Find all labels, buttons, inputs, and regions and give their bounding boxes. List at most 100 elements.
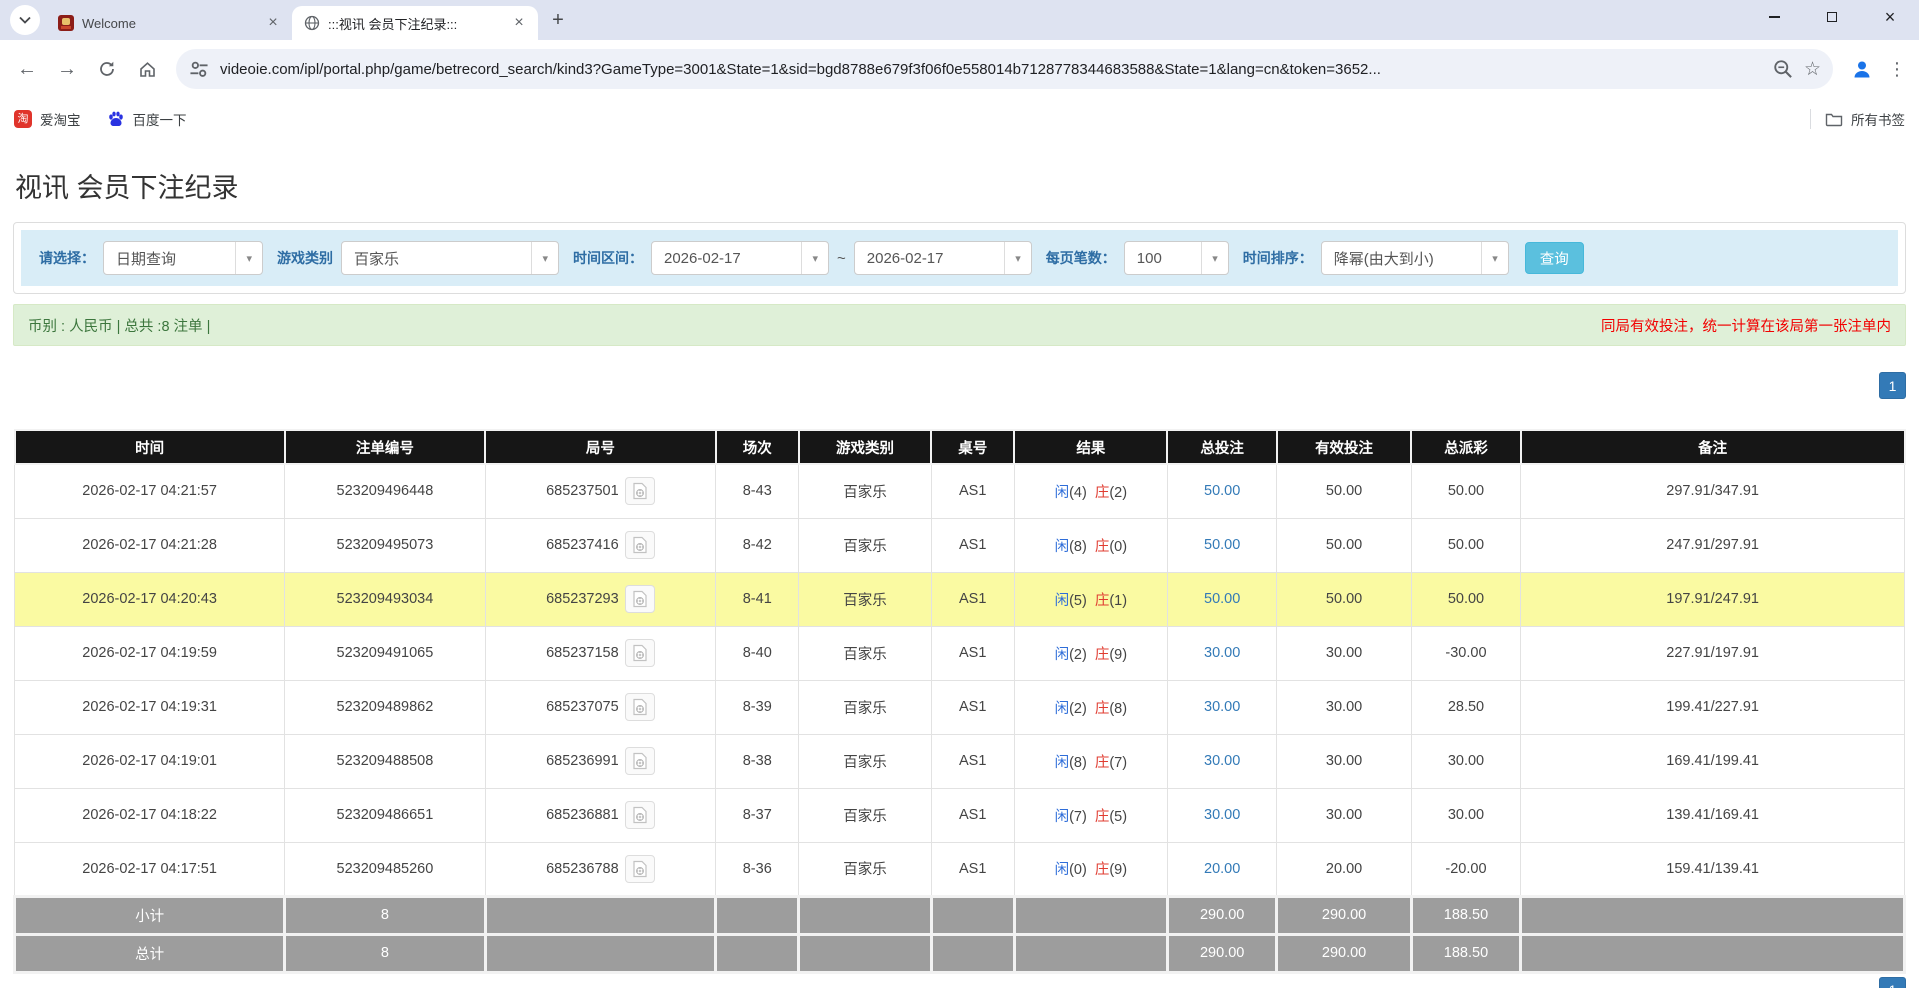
home-button[interactable] [130,52,164,86]
tab-betrecord-active[interactable]: :::视讯 会员下注纪录::: × [292,6,538,40]
date-to-select[interactable]: 2026-02-17 ▾ [854,241,1032,275]
page-size-select[interactable]: 100 ▾ [1124,241,1229,275]
refresh-button[interactable] [90,52,124,86]
cell-bet-id: 523209491065 [285,626,485,680]
subtotal-label: 小计 [15,896,285,934]
total-bet-link[interactable]: 50.00 [1204,537,1240,553]
tab-welcome[interactable]: Welcome × [46,6,292,40]
video-replay-button[interactable] [625,639,655,667]
url-text[interactable]: videoie.com/ipl/portal.php/game/betrecor… [220,61,1762,78]
bookmark-baidu[interactable]: 百度一下 [107,109,187,129]
video-replay-button[interactable] [625,693,655,721]
browser-toolbar: ← → videoie.com/ipl/portal.php/game/betr… [0,40,1919,98]
bookmark-label: 爱淘宝 [40,109,81,129]
date-from-select[interactable]: 2026-02-17 ▾ [651,241,829,275]
site-settings-icon[interactable] [188,58,210,80]
total-bet-link[interactable]: 30.00 [1204,699,1240,715]
banker-result: 庄 [1095,539,1110,555]
empty-cell [716,934,799,972]
video-file-icon [632,536,648,554]
page-number-button[interactable]: 1 [1879,977,1906,988]
cell-table-no: AS1 [931,842,1014,896]
video-replay-button[interactable] [625,855,655,883]
column-header: 场次 [716,430,799,464]
banker-score: (9) [1109,647,1127,663]
subtotal-row: 小计 8 290.00 290.00 188.50 [15,896,1905,934]
cell-round-id: 685237501 [485,464,716,518]
video-replay-button[interactable] [625,747,655,775]
empty-cell [1014,934,1167,972]
cell-result: 闲(5)庄(1) [1014,572,1167,626]
total-bet-link[interactable]: 30.00 [1204,807,1240,823]
minimize-button[interactable] [1745,0,1803,34]
profile-avatar[interactable] [1845,52,1879,86]
bookmark-aitaobao[interactable]: 淘 爱淘宝 [14,109,81,129]
video-file-icon [632,644,648,662]
cell-valid-bet: 30.00 [1277,680,1411,734]
cell-table-no: AS1 [931,518,1014,572]
new-tab-button[interactable]: + [544,6,572,34]
total-bet-link[interactable]: 50.00 [1204,591,1240,607]
divider [1810,109,1811,129]
date-to-value: 2026-02-17 [855,250,1004,267]
total-bet-link[interactable]: 50.00 [1204,483,1240,499]
subtotal-valid-bet: 290.00 [1277,896,1411,934]
cell-game-type: 百家乐 [799,788,931,842]
url-bar[interactable]: videoie.com/ipl/portal.php/game/betrecor… [176,49,1833,89]
all-bookmarks-button[interactable]: 所有书签 [1825,109,1905,129]
empty-cell [931,896,1014,934]
cell-session: 8-43 [716,464,799,518]
empty-cell [716,896,799,934]
note-text: 同局有效投注，统一计算在该局第一张注单内 [1601,315,1891,336]
total-bet-link[interactable]: 30.00 [1204,753,1240,769]
cell-round-id: 685236788 [485,842,716,896]
home-icon [138,60,157,79]
subtotal-count: 8 [285,896,485,934]
baidu-icon [107,110,125,128]
close-tab-icon[interactable]: × [264,14,282,32]
video-file-icon [632,590,648,608]
video-replay-button[interactable] [625,477,655,505]
total-bet-link[interactable]: 20.00 [1204,861,1240,877]
cell-payout: 28.50 [1411,680,1521,734]
globe-icon [304,15,320,31]
close-tab-icon[interactable]: × [510,14,528,32]
page-number-button[interactable]: 1 [1879,372,1906,399]
tab-search-button[interactable] [10,5,40,35]
cell-result: 闲(4)庄(2) [1014,464,1167,518]
cell-valid-bet: 30.00 [1277,788,1411,842]
back-button[interactable]: ← [10,52,44,86]
maximize-button[interactable] [1803,0,1861,34]
column-header: 桌号 [931,430,1014,464]
total-bet-link[interactable]: 30.00 [1204,645,1240,661]
video-replay-button[interactable] [625,531,655,559]
forward-button[interactable]: → [50,52,84,86]
empty-cell [799,934,931,972]
close-window-button[interactable]: × [1861,0,1919,34]
video-file-icon [632,698,648,716]
query-button[interactable]: 查询 [1525,242,1584,274]
game-type-select[interactable]: 百家乐 ▾ [341,241,559,275]
video-replay-button[interactable] [625,801,655,829]
cell-valid-bet: 20.00 [1277,842,1411,896]
welcome-favicon-icon [58,15,74,31]
cell-total-bet: 30.00 [1167,734,1277,788]
zoom-icon[interactable] [1772,58,1794,80]
query-type-select[interactable]: 日期查询 ▾ [103,241,263,275]
browser-menu-button[interactable]: ⋮ [1885,59,1909,80]
query-type-value: 日期查询 [104,248,235,269]
cell-time: 2026-02-17 04:20:43 [15,572,285,626]
sort-select[interactable]: 降幂(由大到小) ▾ [1321,241,1509,275]
cell-payout: -20.00 [1411,842,1521,896]
player-score: (5) [1069,593,1087,609]
bookmark-star-icon[interactable]: ☆ [1804,58,1821,81]
video-replay-button[interactable] [625,585,655,613]
empty-cell [931,934,1014,972]
banker-score: (8) [1109,701,1127,717]
cell-payout: 30.00 [1411,788,1521,842]
player-score: (2) [1069,701,1087,717]
cell-table-no: AS1 [931,734,1014,788]
tab-title: :::视讯 会员下注纪录::: [328,14,502,33]
player-score: (0) [1069,862,1087,878]
table-row: 2026-02-17 04:21:28 523209495073 6852374… [15,518,1905,572]
